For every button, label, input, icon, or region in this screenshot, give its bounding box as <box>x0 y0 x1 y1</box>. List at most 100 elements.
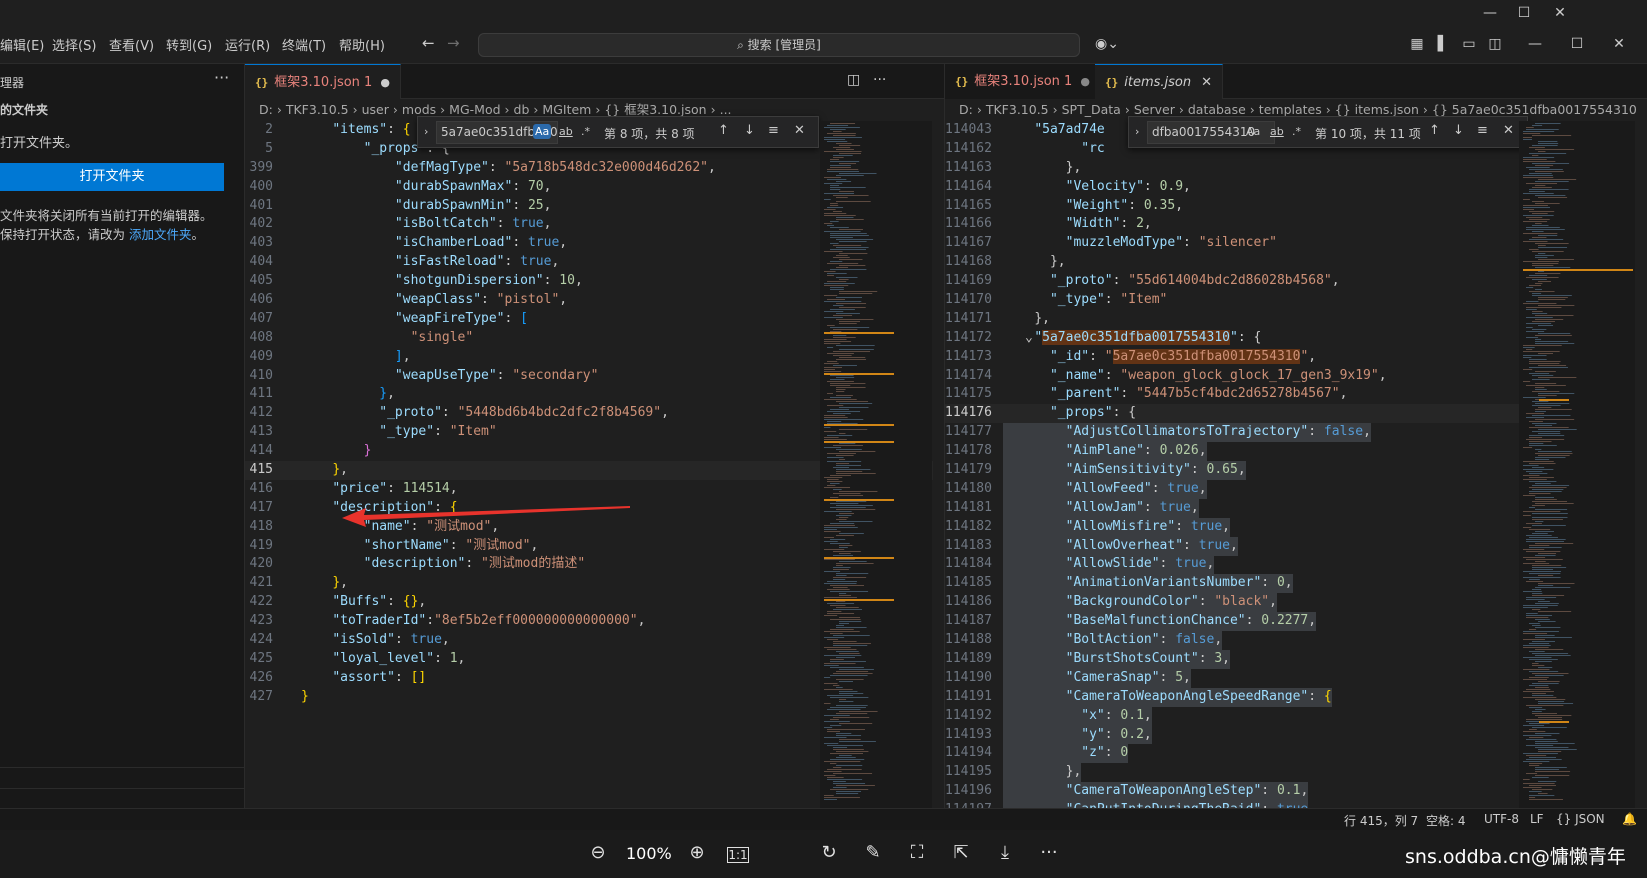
breadcrumb-item[interactable]: {} 5a7ae0c351dfba0017554310 <box>1432 102 1637 117</box>
breadcrumb-item[interactable]: mods <box>402 102 436 117</box>
toggle-primary-sidebar-icon[interactable]: ▌ <box>1434 35 1452 53</box>
close-find-icon[interactable]: ✕ <box>1503 123 1514 138</box>
previous-match-icon[interactable]: ↑ <box>1429 123 1440 138</box>
maximize-icon[interactable]: ☐ <box>1568 35 1586 53</box>
menu-run[interactable]: 运行(R) <box>225 35 270 54</box>
code-text: "shortName": "测试mod", <box>301 537 539 556</box>
encoding[interactable]: UTF-8 <box>1484 812 1519 826</box>
breadcrumb-item[interactable]: Server <box>1134 102 1175 117</box>
share-icon[interactable]: ⇱ <box>948 842 974 863</box>
add-folder-link[interactable]: 添加文件夹 <box>129 227 192 242</box>
menu-go[interactable]: 转到(G) <box>166 35 212 54</box>
open-folder-button[interactable]: 打开文件夹 <box>0 163 224 191</box>
minimap-line <box>1532 405 1561 406</box>
token: : <box>1198 594 1215 610</box>
tab-items-json[interactable]: {} items.json ✕ <box>1095 64 1224 99</box>
breadcrumb-item[interactable]: MG-Mod <box>449 102 500 117</box>
next-match-icon[interactable]: ↓ <box>744 123 755 138</box>
toggle-replace-icon[interactable]: › <box>1135 125 1139 138</box>
breadcrumb-item[interactable]: {} items.json <box>1335 102 1419 117</box>
minimap-line <box>1523 631 1559 632</box>
find-in-selection-icon[interactable]: ≡ <box>1477 123 1488 138</box>
menu-selection[interactable]: 选择(S) <box>52 35 96 54</box>
command-search-box[interactable]: ⌕ 搜索 [管理员] <box>478 33 1080 57</box>
notifications-icon[interactable]: 🔔 <box>1622 812 1637 826</box>
more-icon[interactable]: ··· <box>1036 842 1062 863</box>
minimap-line <box>824 311 844 312</box>
close-outer-icon[interactable]: ✕ <box>1544 0 1576 26</box>
breadcrumb-item[interactable]: {} 框架3.10.json <box>604 102 706 117</box>
menu-terminal[interactable]: 终端(T) <box>282 35 326 54</box>
tab-framework-json-right[interactable]: {} 框架3.10.json 1 ● <box>945 64 1101 99</box>
breadcrumb-item[interactable]: MGItem <box>542 102 591 117</box>
breadcrumb-item[interactable]: D: <box>259 102 273 117</box>
layout-customize-icon[interactable]: ▦ <box>1408 35 1426 53</box>
cursor-position[interactable]: 行 415，列 7 <box>1344 812 1418 829</box>
unsaved-dot-icon[interactable]: ● <box>380 76 390 89</box>
minimize-outer-icon[interactable]: — <box>1474 0 1506 26</box>
minimap-left[interactable] <box>820 121 932 808</box>
toggle-panel-icon[interactable]: ▭ <box>1460 35 1478 53</box>
match-case-toggle[interactable]: Aa <box>533 124 552 139</box>
text-recognize-icon[interactable]: ⛶ <box>904 842 930 863</box>
menu-help[interactable]: 帮助(H) <box>339 35 385 54</box>
menu-view[interactable]: 查看(V) <box>109 35 154 54</box>
edit-pen-icon[interactable]: ✎ <box>860 842 886 863</box>
breadcrumb-item[interactable]: templates <box>1259 102 1322 117</box>
indentation[interactable]: 空格: 4 <box>1426 812 1466 829</box>
toggle-replace-icon[interactable]: › <box>424 125 428 138</box>
breadcrumb-item[interactable]: ... <box>720 102 732 117</box>
split-editor-icon[interactable]: ◫ <box>847 72 860 88</box>
regex-toggle[interactable]: .* <box>1290 124 1303 139</box>
sidebar-more-icon[interactable]: ··· <box>214 68 229 87</box>
unsaved-dot-icon[interactable]: ● <box>1080 75 1090 88</box>
tab-framework-json[interactable]: {} 框架3.10.json 1 ● <box>245 64 401 99</box>
close-find-icon[interactable]: ✕ <box>794 123 805 138</box>
toggle-secondary-sidebar-icon[interactable]: ◫ <box>1486 35 1504 53</box>
scrollbar-left[interactable] <box>933 121 944 808</box>
match-word-toggle[interactable]: ab <box>1268 124 1286 139</box>
menu-edit[interactable]: 编辑(E) <box>0 35 44 54</box>
actual-size-button[interactable]: 1:1 <box>727 847 749 863</box>
maximize-outer-icon[interactable]: ☐ <box>1508 0 1540 26</box>
breadcrumb-item[interactable]: db <box>514 102 530 117</box>
match-word-toggle[interactable]: ab <box>557 124 575 139</box>
breadcrumb-item[interactable]: D: <box>959 102 973 117</box>
breadcrumb-item[interactable]: user <box>362 102 389 117</box>
minimap-line <box>1532 609 1541 610</box>
forward-arrow-icon[interactable]: → <box>447 34 460 52</box>
close-window-icon[interactable]: ✕ <box>1610 35 1628 53</box>
match-case-toggle[interactable]: Aa <box>1244 124 1262 139</box>
download-icon[interactable]: ⤓ <box>992 842 1018 863</box>
rotate-icon[interactable]: ↻ <box>816 842 842 863</box>
fold-chevron-icon[interactable]: ⌄ <box>1025 329 1033 348</box>
zoom-out-icon[interactable]: ⊖ <box>585 842 611 863</box>
previous-match-icon[interactable]: ↑ <box>718 123 729 138</box>
minimap-line <box>1538 333 1571 334</box>
language-mode[interactable]: {} JSON <box>1556 812 1605 826</box>
breadcrumb-item[interactable]: SPT_Data <box>1062 102 1121 117</box>
find-in-selection-icon[interactable]: ≡ <box>768 123 779 138</box>
next-match-icon[interactable]: ↓ <box>1453 123 1464 138</box>
breadcrumb-item[interactable]: TKF3.10.5 <box>986 102 1049 117</box>
breadcrumb-item[interactable]: database <box>1188 102 1246 117</box>
scrollbar-right[interactable] <box>1635 121 1647 808</box>
minimap-line <box>830 187 866 188</box>
breadcrumb-item[interactable]: TKF3.10.5 <box>286 102 349 117</box>
regex-toggle[interactable]: .* <box>579 124 592 139</box>
minimap-right[interactable] <box>1519 121 1635 808</box>
chevron-right-icon: › <box>595 102 601 117</box>
back-arrow-icon[interactable]: ← <box>422 34 435 52</box>
zoom-in-icon[interactable]: ⊕ <box>684 842 710 863</box>
copilot-icon[interactable]: ◉⌄ <box>1092 35 1122 53</box>
minimap-line <box>1523 735 1552 736</box>
end-of-line[interactable]: LF <box>1530 812 1544 826</box>
close-tab-icon[interactable]: ✕ <box>1201 75 1212 90</box>
token: : <box>1308 688 1324 704</box>
minimize-icon[interactable]: — <box>1526 35 1544 53</box>
more-actions-icon[interactable]: ··· <box>873 72 886 88</box>
minimap-line <box>1538 751 1562 752</box>
token: 2 <box>1136 216 1144 232</box>
